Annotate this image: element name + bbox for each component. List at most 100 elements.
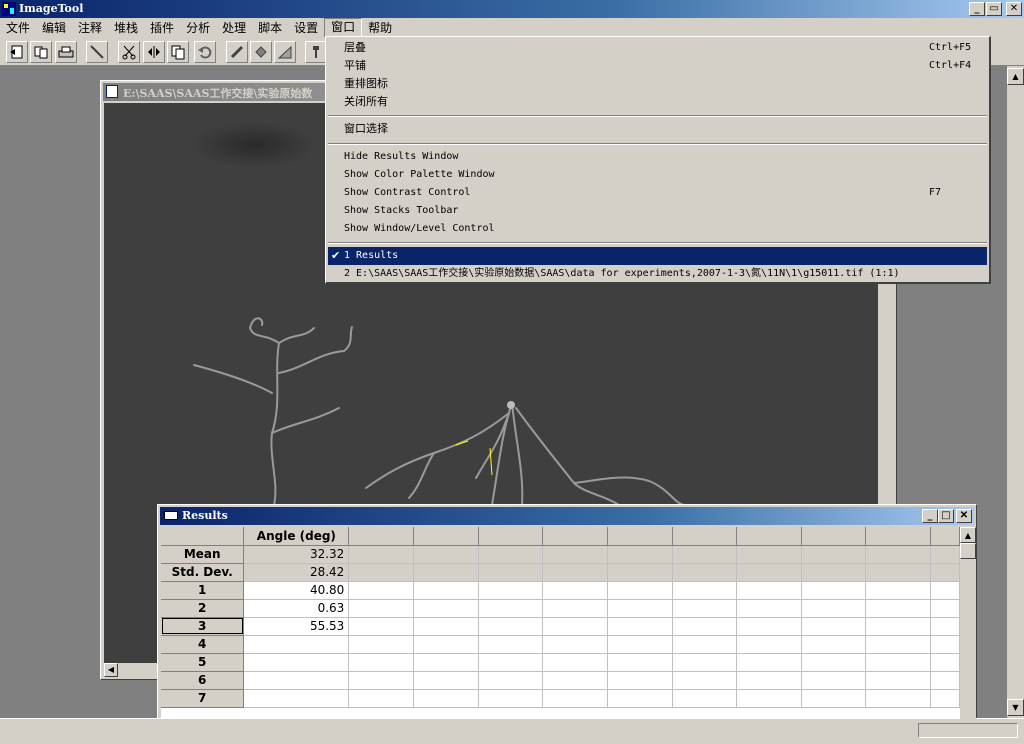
- image-doc-icon: [106, 85, 118, 98]
- close-button[interactable]: ✕: [1006, 2, 1022, 16]
- menu-window[interactable]: 窗口: [324, 18, 363, 38]
- cell-value[interactable]: 40.80: [243, 581, 350, 600]
- results-grid[interactable]: Angle (deg) Mean 32.32 Std. Dev. 28.42 1…: [161, 527, 960, 719]
- menu-file[interactable]: 文件: [0, 19, 36, 37]
- table-row: 6: [161, 671, 960, 690]
- row-header[interactable]: Std. Dev.: [161, 563, 245, 582]
- cell-value[interactable]: 32.32: [243, 545, 350, 564]
- row-header[interactable]: 2: [161, 599, 245, 618]
- undo-icon[interactable]: [194, 41, 216, 63]
- menu-bar: 文件 编辑 注释 堆栈 插件 分析 处理 脚本 设置 窗口 帮助: [0, 18, 1024, 38]
- window-menu-dropdown: 层叠 Ctrl+F5 平铺 Ctrl+F4 重排图标 关闭所有 窗口选择 Hid…: [325, 36, 991, 284]
- menu-settings[interactable]: 设置: [288, 19, 324, 37]
- scroll-thumb[interactable]: [960, 543, 976, 559]
- cell-value[interactable]: 28.42: [243, 563, 350, 582]
- table-icon: [164, 511, 178, 520]
- menu-window-2-image[interactable]: 2 E:\SAAS\SAAS工作交接\实验原始数据\SAAS\data for …: [328, 265, 987, 283]
- menu-edit[interactable]: 编辑: [36, 19, 72, 37]
- fill-icon[interactable]: [250, 41, 272, 63]
- column-header: [607, 527, 673, 546]
- menu-window-1-results[interactable]: ✔ 1 Results: [328, 247, 987, 265]
- menu-analyze[interactable]: 分析: [180, 19, 216, 37]
- open-icon[interactable]: [6, 41, 28, 63]
- pencil-icon[interactable]: [226, 41, 248, 63]
- cell-value[interactable]: 0.63: [243, 599, 350, 618]
- column-header: [801, 527, 867, 546]
- menu-tile[interactable]: 平铺 Ctrl+F4: [328, 57, 987, 75]
- menu-window-select[interactable]: 窗口选择: [328, 120, 987, 138]
- tool-icon[interactable]: [305, 41, 327, 63]
- menu-script[interactable]: 脚本: [252, 19, 288, 37]
- table-row: 7: [161, 689, 960, 708]
- column-header: [736, 527, 802, 546]
- print-icon[interactable]: [55, 41, 77, 63]
- table-row: 3 55.53: [161, 617, 960, 636]
- results-close-button[interactable]: ✕: [956, 509, 972, 523]
- wedge-icon[interactable]: [274, 41, 296, 63]
- cell-value[interactable]: [243, 689, 350, 708]
- scroll-down-icon[interactable]: ▼: [1007, 699, 1024, 716]
- results-maximize-button[interactable]: □: [938, 509, 954, 523]
- app-title: ImageTool: [19, 2, 84, 15]
- row-header[interactable]: 7: [161, 689, 245, 708]
- cell-value[interactable]: [243, 671, 350, 690]
- table-row: 1 40.80: [161, 581, 960, 600]
- menu-separator: [328, 115, 987, 117]
- menu-show-stacks-toolbar[interactable]: Show Stacks Toolbar: [328, 202, 987, 220]
- mdi-vertical-scrollbar[interactable]: ▲ ▼: [1007, 66, 1024, 718]
- row-header[interactable]: 4: [161, 635, 245, 654]
- flip-icon[interactable]: [143, 41, 165, 63]
- menu-plugins[interactable]: 插件: [144, 19, 180, 37]
- column-header: [478, 527, 544, 546]
- menu-help[interactable]: 帮助: [362, 19, 398, 37]
- column-header: [930, 527, 960, 546]
- table-row: 2 0.63: [161, 599, 960, 618]
- menu-show-contrast[interactable]: Show Contrast Control F7: [328, 184, 987, 202]
- row-header[interactable]: 5: [161, 653, 245, 672]
- table-row: 5: [161, 653, 960, 672]
- row-header[interactable]: 6: [161, 671, 245, 690]
- cell-value[interactable]: [243, 653, 350, 672]
- menu-close-all[interactable]: 关闭所有: [328, 93, 987, 111]
- row-header[interactable]: 3: [161, 617, 245, 636]
- cell-value[interactable]: [243, 635, 350, 654]
- table-row-stddev: Std. Dev. 28.42: [161, 563, 960, 582]
- minimize-button[interactable]: _: [969, 2, 985, 16]
- cell-value[interactable]: 55.53: [243, 617, 350, 636]
- checkmark-icon: ✔: [331, 249, 341, 262]
- results-window-title: Results: [182, 509, 228, 522]
- results-vertical-scrollbar[interactable]: ▲: [960, 527, 976, 719]
- save-icon[interactable]: [30, 41, 52, 63]
- column-header: [413, 527, 479, 546]
- menu-show-color-palette[interactable]: Show Color Palette Window: [328, 166, 987, 184]
- cut-icon[interactable]: [118, 41, 140, 63]
- row-header[interactable]: Mean: [161, 545, 245, 564]
- line-tool-icon[interactable]: [86, 41, 108, 63]
- grid-corner: [161, 527, 245, 546]
- status-panel: [918, 723, 1018, 738]
- copy-icon[interactable]: [167, 41, 189, 63]
- app-title-bar: ImageTool _ ▭ ✕: [0, 0, 1024, 18]
- row-header[interactable]: 1: [161, 581, 245, 600]
- menu-show-window-level[interactable]: Show Window/Level Control: [328, 220, 987, 238]
- column-header-angle[interactable]: Angle (deg): [243, 527, 350, 546]
- image-window-title: E:\SAAS\SAAS工作交接\实验原始数: [123, 87, 313, 100]
- menu-cascade[interactable]: 层叠 Ctrl+F5: [328, 39, 987, 57]
- results-minimize-button[interactable]: _: [922, 509, 938, 523]
- menu-stacks[interactable]: 堆栈: [108, 19, 144, 37]
- results-window[interactable]: Results _ □ ✕ Angle (deg) Mean 32.32 Std…: [157, 504, 977, 719]
- table-row-mean: Mean 32.32: [161, 545, 960, 564]
- scroll-up-icon[interactable]: ▲: [960, 527, 976, 543]
- menu-annotate[interactable]: 注释: [72, 19, 108, 37]
- menu-process[interactable]: 处理: [216, 19, 252, 37]
- menu-hide-results[interactable]: Hide Results Window: [328, 148, 987, 166]
- scroll-up-icon[interactable]: ▲: [1007, 68, 1024, 85]
- column-header: [865, 527, 932, 546]
- scroll-left-icon[interactable]: ◀: [104, 663, 118, 677]
- results-window-title-bar[interactable]: Results _ □ ✕: [160, 507, 974, 525]
- column-header: [542, 527, 608, 546]
- menu-arrange-icons[interactable]: 重排图标: [328, 75, 987, 93]
- restore-button[interactable]: ▭: [986, 2, 1002, 16]
- app-icon: [2, 2, 16, 16]
- table-row: 4: [161, 635, 960, 654]
